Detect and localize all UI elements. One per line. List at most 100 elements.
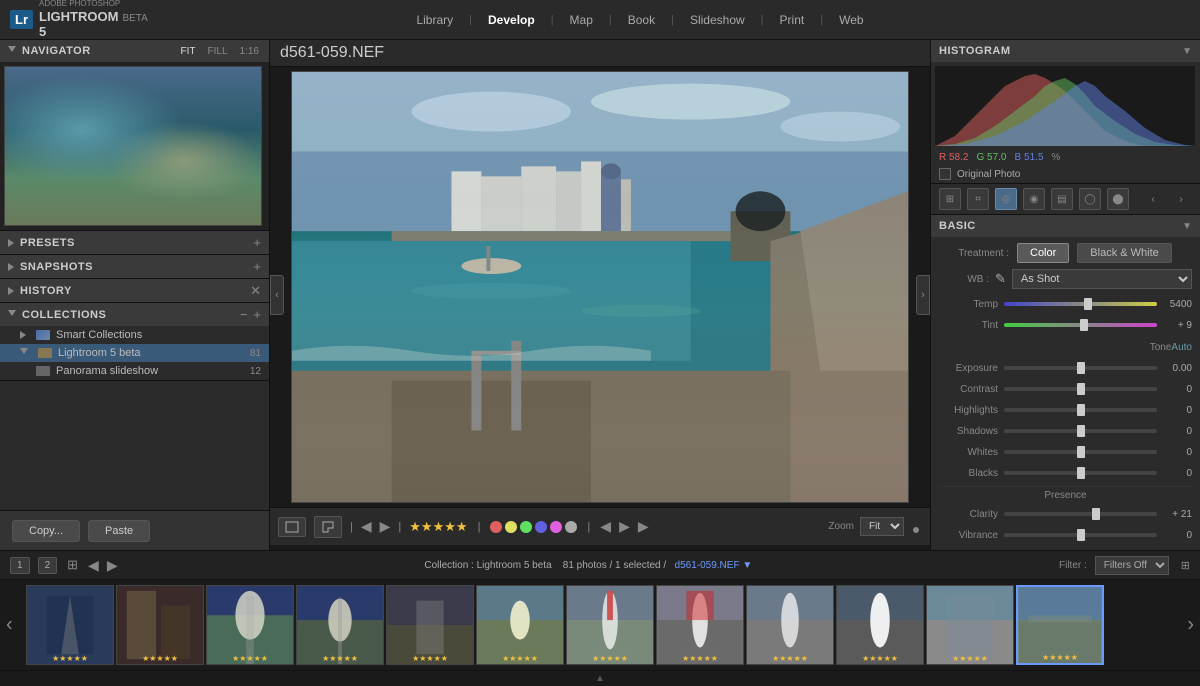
view-mode-btn[interactable]: [278, 517, 306, 537]
history-header[interactable]: History ✕: [0, 279, 269, 302]
crop-tool[interactable]: ⌗: [967, 188, 989, 210]
next-arrow[interactable]: ▶: [380, 518, 391, 535]
exposure-slider[interactable]: [1004, 366, 1157, 370]
presets-header[interactable]: Presets +: [0, 231, 269, 254]
tint-handle[interactable]: [1080, 319, 1088, 331]
shadows-handle[interactable]: [1077, 425, 1085, 437]
play-btn[interactable]: ▶: [638, 518, 649, 535]
collections-minus[interactable]: −: [240, 308, 248, 321]
thumb-9[interactable]: ★★★★★: [746, 585, 834, 665]
copy-button[interactable]: Copy...: [12, 520, 80, 542]
vibrance-handle[interactable]: [1077, 529, 1085, 541]
star-rating[interactable]: ★★★★★: [409, 519, 467, 535]
thumb-4[interactable]: ★★★★★: [296, 585, 384, 665]
forward-arrow[interactable]: ▶: [619, 518, 630, 535]
lr5-collection-item[interactable]: Lightroom 5 beta 81: [0, 344, 269, 362]
main-image[interactable]: [291, 71, 909, 503]
shadows-slider[interactable]: [1004, 429, 1157, 433]
wb-select[interactable]: As Shot Auto Daylight Cloudy Shade Custo…: [1012, 269, 1192, 289]
thumb-8[interactable]: ★★★★★: [656, 585, 744, 665]
contrast-slider[interactable]: [1004, 387, 1157, 391]
whites-slider[interactable]: [1004, 450, 1157, 454]
backward-arrow[interactable]: ◀: [600, 518, 611, 535]
yellow-dot[interactable]: [505, 521, 517, 533]
nav-web[interactable]: Web: [823, 0, 879, 40]
bw-btn[interactable]: Black & White: [1077, 243, 1171, 263]
whites-handle[interactable]: [1077, 446, 1085, 458]
page-1-btn[interactable]: 1: [10, 557, 30, 574]
prev-arrow[interactable]: ◀: [361, 518, 372, 535]
thumb-6[interactable]: ★★★★★: [476, 585, 564, 665]
filmstrip-left-nav[interactable]: ‹: [6, 614, 13, 637]
blacks-slider[interactable]: [1004, 471, 1157, 475]
flags-btn[interactable]: [314, 516, 342, 538]
color-btn[interactable]: Color: [1017, 243, 1069, 263]
grid-view-btn[interactable]: ⊞: [67, 557, 78, 573]
presets-add[interactable]: +: [253, 236, 261, 249]
temp-handle[interactable]: [1084, 298, 1092, 310]
filmstrip-filename[interactable]: d561-059.NEF: [675, 560, 740, 571]
clarity-handle[interactable]: [1092, 508, 1100, 520]
brush-tool[interactable]: ⬤: [1107, 188, 1129, 210]
history-clear[interactable]: ✕: [250, 284, 261, 297]
histogram-header[interactable]: Histogram ▼: [931, 40, 1200, 62]
blue-dot[interactable]: [535, 521, 547, 533]
left-panel-toggle[interactable]: ‹: [270, 275, 284, 315]
filmstrip-settings[interactable]: ⊞: [1181, 559, 1190, 572]
tint-slider[interactable]: [1004, 323, 1157, 327]
page-2-btn[interactable]: 2: [38, 557, 58, 574]
highlights-slider[interactable]: [1004, 408, 1157, 412]
grid-tool[interactable]: ⊞: [939, 188, 961, 210]
grad-tool[interactable]: ▤: [1051, 188, 1073, 210]
original-photo-checkbox[interactable]: [939, 168, 951, 180]
nav-book[interactable]: Book: [612, 0, 671, 40]
exposure-handle[interactable]: [1077, 362, 1085, 374]
red-dot[interactable]: [490, 521, 502, 533]
panorama-item[interactable]: Panorama slideshow 12: [0, 362, 269, 380]
nav-image[interactable]: [4, 66, 262, 226]
heal-tool[interactable]: ◎: [995, 188, 1017, 210]
purple-dot[interactable]: [550, 521, 562, 533]
collections-add[interactable]: +: [253, 308, 261, 321]
temp-slider[interactable]: [1004, 302, 1157, 306]
green-dot[interactable]: [520, 521, 532, 533]
filmstrip-prev-arrow[interactable]: ◀: [88, 557, 99, 574]
thumb-10[interactable]: ★★★★★: [836, 585, 924, 665]
basic-header[interactable]: Basic ▼: [931, 215, 1200, 237]
redeye-tool[interactable]: ◉: [1023, 188, 1045, 210]
thumb-12[interactable]: ★★★★★: [1016, 585, 1104, 665]
nav-map[interactable]: Map: [554, 0, 609, 40]
thumb-1[interactable]: ★★★★★: [26, 585, 114, 665]
right-panel-toggle[interactable]: ›: [916, 275, 930, 315]
thumb-11[interactable]: ★★★★★: [926, 585, 1014, 665]
clarity-slider[interactable]: [1004, 512, 1157, 516]
nav-slideshow[interactable]: Slideshow: [674, 0, 761, 40]
thumb-7[interactable]: ★★★★★: [566, 585, 654, 665]
thumb-5[interactable]: ★★★★★: [386, 585, 474, 665]
auto-link[interactable]: Auto: [1171, 342, 1192, 353]
blacks-handle[interactable]: [1077, 467, 1085, 479]
left-nav-icon[interactable]: ‹: [1142, 188, 1164, 210]
vibrance-slider[interactable]: [1004, 533, 1157, 537]
filmstrip-right-nav[interactable]: ›: [1187, 614, 1194, 637]
zoom-select[interactable]: Fit Fill 1:1: [860, 517, 904, 536]
contrast-handle[interactable]: [1077, 383, 1085, 395]
thumb-3[interactable]: ★★★★★: [206, 585, 294, 665]
filter-select[interactable]: Filters Off Flagged Rated: [1095, 556, 1169, 575]
navigator-header[interactable]: Navigator FIT FILL 1:16: [0, 40, 269, 62]
collections-header[interactable]: Collections − +: [0, 303, 269, 326]
snapshots-header[interactable]: Snapshots +: [0, 255, 269, 278]
snapshots-add[interactable]: +: [253, 260, 261, 273]
thumb-2[interactable]: ★★★★★: [116, 585, 204, 665]
filmstrip-next-arrow[interactable]: ▶: [107, 557, 118, 574]
smart-collections-item[interactable]: Smart Collections: [0, 326, 269, 344]
nav-print[interactable]: Print: [764, 0, 821, 40]
nav-fit[interactable]: FIT: [179, 46, 198, 57]
right-nav-icon[interactable]: ›: [1170, 188, 1192, 210]
radial-tool[interactable]: ◯: [1079, 188, 1101, 210]
nav-develop[interactable]: Develop: [472, 0, 551, 40]
eyedropper-icon[interactable]: ✎: [995, 271, 1006, 287]
nav-zoom[interactable]: 1:16: [238, 46, 261, 57]
paste-button[interactable]: Paste: [88, 520, 150, 542]
nav-fill[interactable]: FILL: [206, 46, 230, 57]
